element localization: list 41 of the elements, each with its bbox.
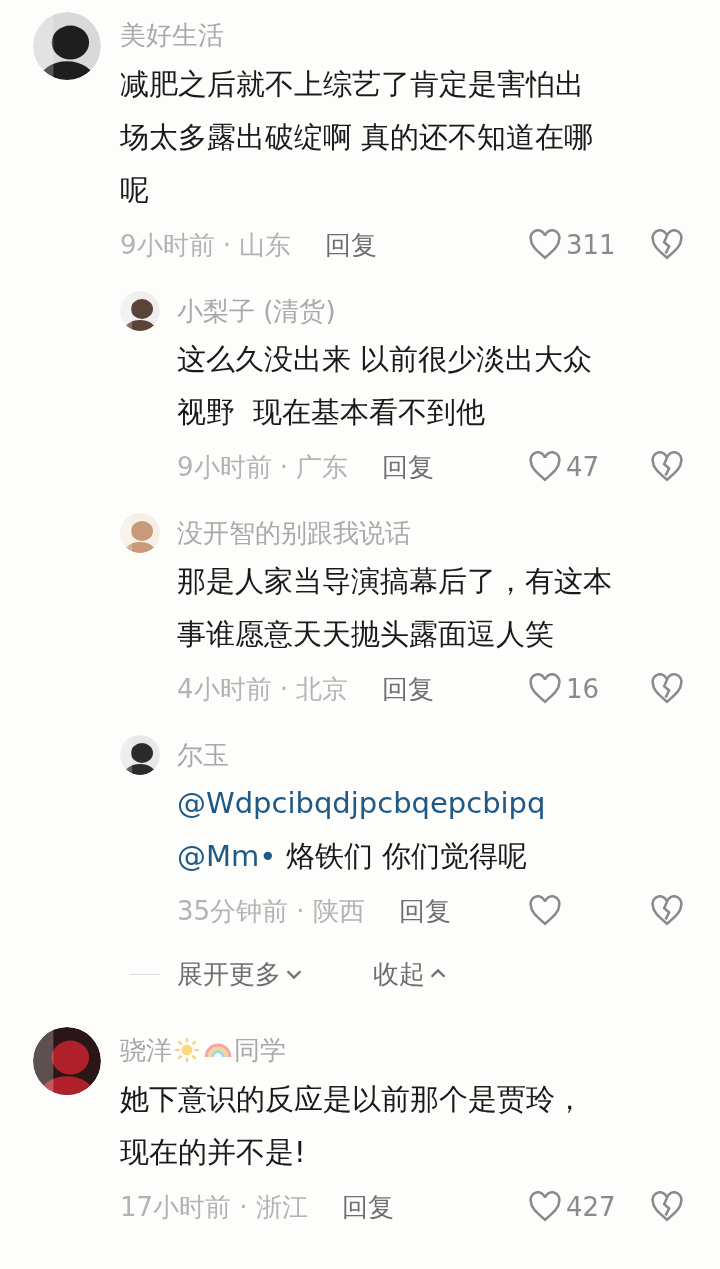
like-count: 16: [566, 672, 600, 706]
reply-button[interactable]: 回复: [382, 669, 435, 709]
comment-text: 她下意识的反应是以前那个是贾玲， 现在的并不是!: [120, 1081, 585, 1171]
comment-meta: 9小时前 · 广东: [177, 450, 349, 484]
collapse-button[interactable]: 收起: [373, 954, 449, 994]
broken-heart-icon[interactable]: [650, 1191, 684, 1223]
rainbow-icon: [204, 1042, 232, 1058]
comment-meta: 9小时前 · 山东: [120, 228, 292, 262]
comment-text: 减肥之后就不上综艺了肯定是害怕出 场太多露出破绽啊 真的还不知道在哪 呢: [120, 66, 595, 209]
user-name: 骁洋: [120, 1033, 172, 1067]
comment-text: 这么久没出来 以前很少淡出大众 视野 现在基本看不到他: [177, 341, 594, 431]
mention-link[interactable]: @Wdpcibqdjpcbqepcbipq: [177, 786, 546, 820]
user-name: 美好生活: [120, 18, 224, 52]
heart-icon[interactable]: [528, 1191, 562, 1223]
sun-icon: [174, 1037, 200, 1063]
comment-meta: 4小时前 · 北京: [177, 672, 349, 706]
comment-meta: 35分钟前 · 陕西: [177, 894, 365, 928]
heart-icon[interactable]: [528, 895, 562, 927]
reply-button[interactable]: 回复: [325, 225, 378, 265]
reply-button[interactable]: 回复: [382, 447, 435, 487]
broken-heart-icon[interactable]: [650, 451, 684, 483]
broken-heart-icon[interactable]: [650, 673, 684, 705]
like-count: 47: [566, 450, 600, 484]
heart-icon[interactable]: [528, 451, 562, 483]
user-name: 尔玉: [177, 738, 229, 772]
reply-button[interactable]: 回复: [398, 891, 451, 931]
reply-button[interactable]: 回复: [341, 1187, 394, 1227]
like-count: 427: [566, 1190, 616, 1224]
comment-text: 那是人家当导演搞幕后了，有这本 事谁愿意天天抛头露面逗人笑: [177, 563, 613, 653]
comment-meta: 17小时前 · 浙江: [120, 1190, 308, 1224]
like-count: 311: [566, 228, 616, 262]
broken-heart-icon[interactable]: [650, 895, 684, 927]
comment-text: @Wdpcibqdjpcbqepcbipq @Mm• 烙铁们 你们觉得呢: [177, 785, 547, 875]
mention-link[interactable]: @Mm•: [177, 839, 277, 873]
user-name: 没开智的别跟我说话: [177, 516, 411, 550]
user-name: 小梨子 (清货): [177, 294, 336, 328]
heart-icon[interactable]: [528, 673, 562, 705]
expand-more-button[interactable]: 展开更多: [177, 954, 305, 994]
heart-icon[interactable]: [528, 229, 562, 261]
broken-heart-icon[interactable]: [650, 229, 684, 261]
user-name: 同学: [234, 1033, 286, 1067]
